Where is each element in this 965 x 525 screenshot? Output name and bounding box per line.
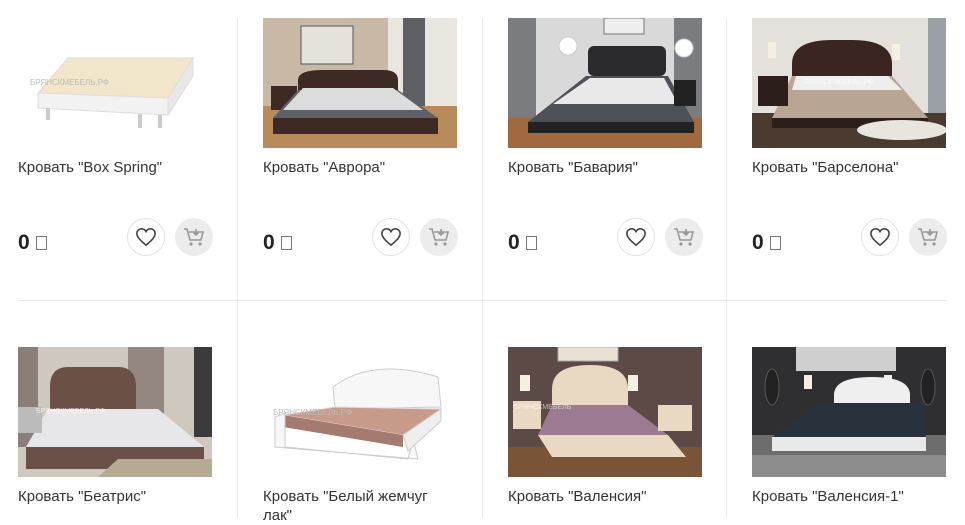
add-to-cart-button[interactable]	[420, 218, 458, 256]
product-title[interactable]: Кровать "Барселона"	[752, 158, 946, 177]
favorite-button[interactable]	[617, 218, 655, 256]
product-image[interactable]: БРЯНСКМЕБЕЛЬ.РФ	[263, 347, 457, 477]
beatris-bed-icon: БРЯНСКМЕБЕЛЬ.РФ	[18, 347, 212, 477]
heart-icon	[870, 227, 890, 247]
product-title[interactable]: Кровать "Беатрис"	[18, 487, 212, 506]
currency-icon	[769, 236, 781, 250]
heart-icon	[626, 227, 646, 247]
currency-icon	[35, 236, 47, 250]
price-value: 0	[18, 231, 30, 254]
product-title[interactable]: Кровать "Аврора"	[263, 158, 457, 177]
column-divider	[237, 18, 238, 518]
barcelona-bed-icon: БРЯНСКМЕБЕЛЬ.РФ	[752, 18, 946, 148]
product-image[interactable]: БРЯНСКМЕБЕЛЬ.РФ	[18, 18, 212, 148]
add-to-cart-button[interactable]	[175, 218, 213, 256]
watermark: БРЯНСКМЕБЕЛЬ.РФ	[273, 408, 352, 417]
column-divider	[482, 18, 483, 518]
product-grid: БРЯНСКМЕБЕЛЬ.РФ Кровать "Box Spring" 0 К…	[0, 0, 965, 524]
favorite-button[interactable]	[861, 218, 899, 256]
product-price: 0	[18, 231, 47, 255]
product-price: 0	[508, 231, 537, 255]
watermark: БРЯНСКМЕБЕЛЬ.РФ	[804, 79, 873, 86]
white-pearl-bed-icon: БРЯНСКМЕБЕЛЬ.РФ	[263, 347, 457, 477]
add-to-cart-icon	[918, 228, 939, 246]
currency-icon	[280, 236, 292, 250]
currency-icon	[525, 236, 537, 250]
product-image[interactable]: БРЯНСКМЕБЕЛЬ	[508, 347, 702, 477]
product-title[interactable]: Кровать "Box Spring"	[18, 158, 212, 177]
add-to-cart-icon	[674, 228, 695, 246]
add-to-cart-button[interactable]	[665, 218, 703, 256]
watermark: БРЯНСКМЕБЕЛЬ.РФ	[30, 78, 109, 87]
product-title[interactable]: Кровать "Бавария"	[508, 158, 702, 177]
price-value: 0	[263, 231, 275, 254]
product-image[interactable]	[752, 347, 946, 477]
heart-icon	[381, 227, 401, 247]
product-image[interactable]	[508, 18, 702, 148]
watermark: БРЯНСКМЕБЕЛЬ.РФ	[36, 408, 105, 415]
price-value: 0	[752, 231, 764, 254]
add-to-cart-icon	[184, 228, 205, 246]
product-image[interactable]: БРЯНСКМЕБЕЛЬ.РФ	[18, 347, 212, 477]
product-price: 0	[752, 231, 781, 255]
heart-icon	[136, 227, 156, 247]
aurora-bed-icon	[263, 18, 457, 148]
row-divider	[18, 300, 947, 301]
price-value: 0	[508, 231, 520, 254]
add-to-cart-icon	[429, 228, 450, 246]
add-to-cart-button[interactable]	[909, 218, 947, 256]
column-divider	[726, 18, 727, 518]
bavaria-bed-icon	[508, 18, 702, 148]
product-title[interactable]: Кровать "Валенсия-1"	[752, 487, 946, 506]
product-title[interactable]: Кровать "Белый жемчуг лак"	[263, 487, 457, 525]
product-image[interactable]	[263, 18, 457, 148]
product-title[interactable]: Кровать "Валенсия"	[508, 487, 702, 506]
valencia-1-bed-icon	[752, 347, 946, 477]
favorite-button[interactable]	[127, 218, 165, 256]
product-image[interactable]: БРЯНСКМЕБЕЛЬ.РФ	[752, 18, 946, 148]
favorite-button[interactable]	[372, 218, 410, 256]
product-price: 0	[263, 231, 292, 255]
valencia-bed-icon: БРЯНСКМЕБЕЛЬ	[508, 347, 702, 477]
watermark: БРЯНСКМЕБЕЛЬ	[514, 404, 572, 411]
box-spring-bed-icon: БРЯНСКМЕБЕЛЬ.РФ	[18, 18, 212, 148]
